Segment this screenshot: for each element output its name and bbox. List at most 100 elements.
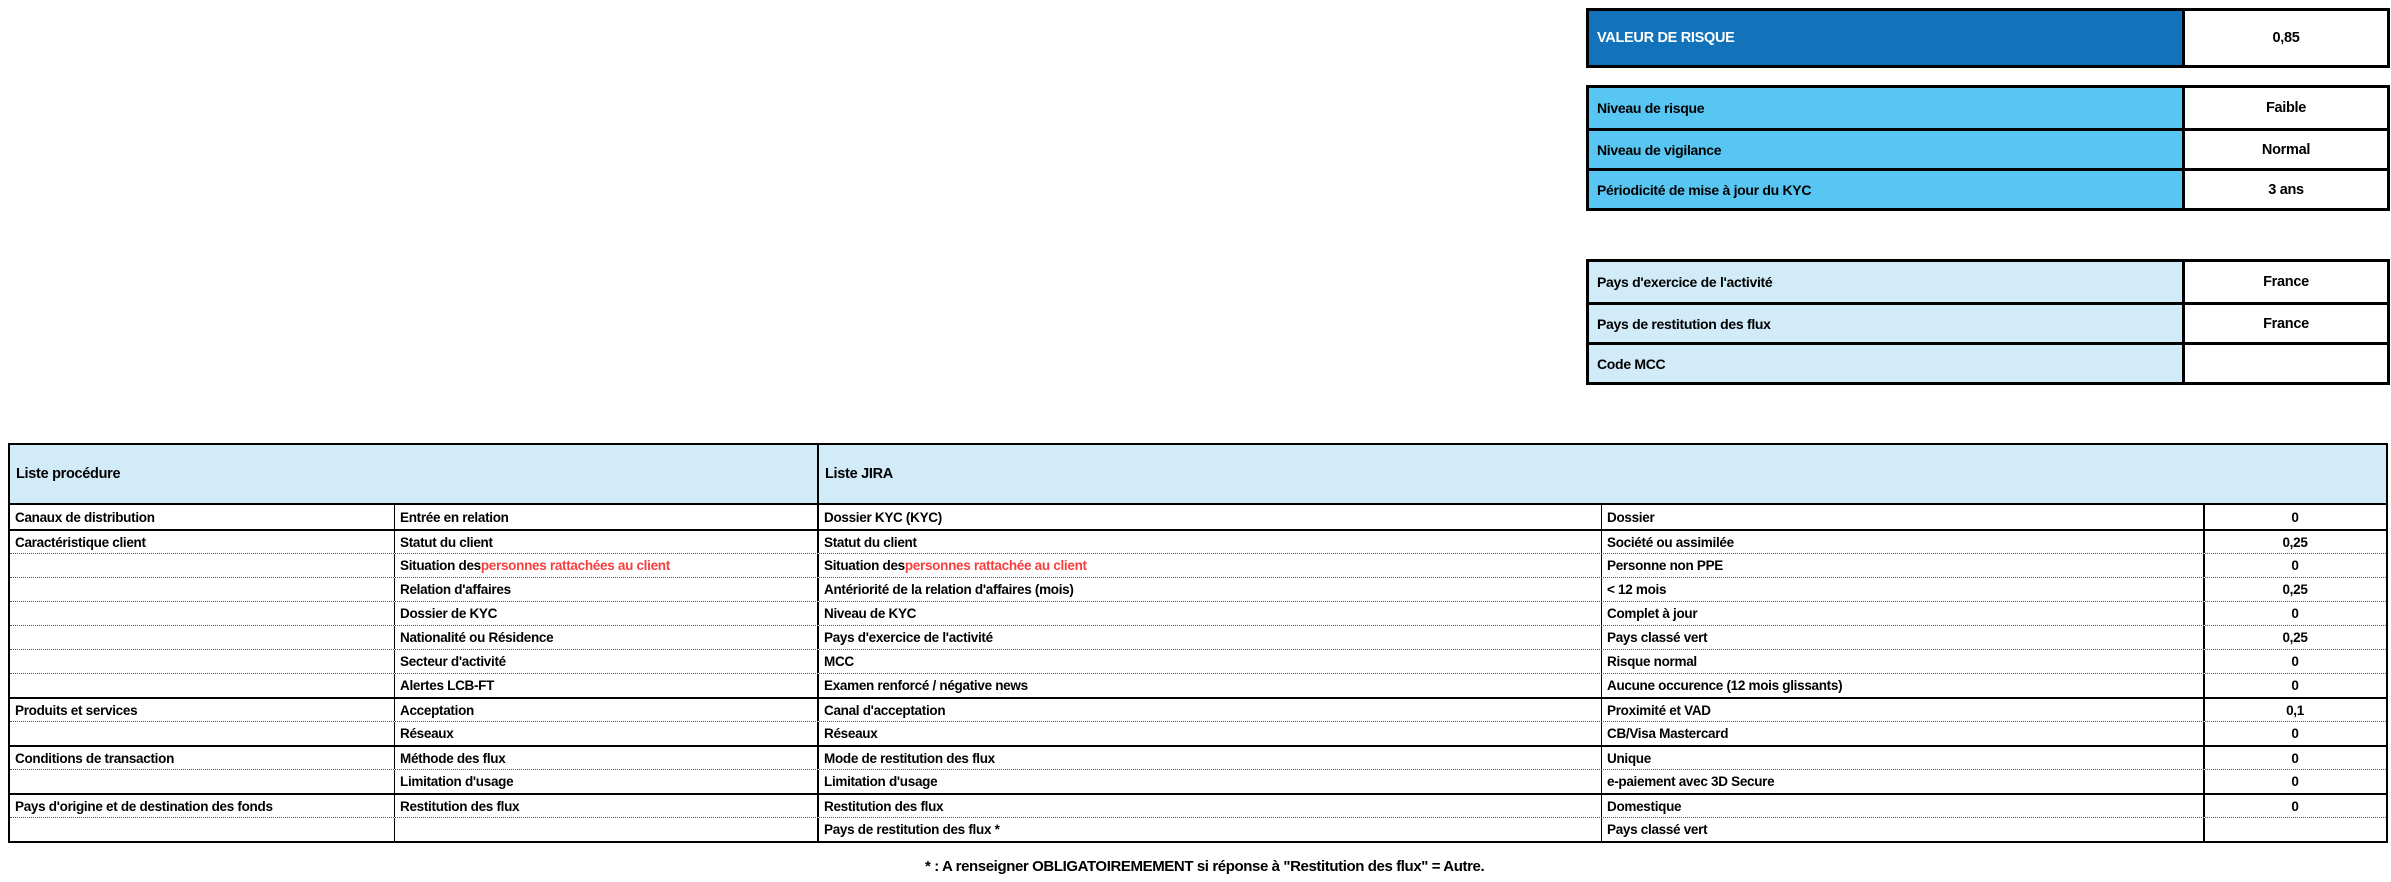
category-cell bbox=[10, 722, 395, 745]
table-row: Limitation d'usageLimitation d'usagee-pa… bbox=[10, 769, 2386, 793]
jira-cell: Antériorité de la relation d'affaires (m… bbox=[819, 578, 1602, 601]
cell-text: Méthode des flux bbox=[400, 751, 505, 766]
risk-level-cell[interactable]: Faible bbox=[2185, 88, 2387, 128]
score-cell[interactable] bbox=[2205, 818, 2385, 841]
category-cell bbox=[10, 578, 395, 601]
answer-cell[interactable]: Complet à jour bbox=[1602, 602, 2205, 625]
jira-cell: Restitution des flux bbox=[819, 795, 1602, 817]
answer-cell[interactable]: Pays classé vert bbox=[1602, 818, 2205, 841]
table-row: Pays d'origine et de destination des fon… bbox=[10, 793, 2386, 817]
cell-text: 0 bbox=[2291, 510, 2298, 525]
cell-text: MCC bbox=[824, 654, 854, 669]
cell-text: Réseaux bbox=[400, 726, 453, 741]
procedure-cell: Situation des personnes rattachées au cl… bbox=[395, 554, 819, 577]
category-cell: Caractéristique client bbox=[10, 531, 395, 553]
header-liste-jira: Liste JIRA bbox=[819, 445, 2385, 503]
cell-text: 0 bbox=[2291, 726, 2298, 741]
cell-text: 0,25 bbox=[2282, 630, 2307, 645]
jira-cell: MCC bbox=[819, 650, 1602, 673]
flows-country-label: Pays de restitution des flux bbox=[1589, 305, 2185, 342]
cell-text: Aucune occurence (12 mois glissants) bbox=[1607, 678, 1842, 693]
header-liste-procedure: Liste procédure bbox=[10, 445, 819, 503]
category-cell bbox=[10, 602, 395, 625]
cell-text: Restitution des flux bbox=[400, 799, 519, 814]
answer-cell[interactable]: CB/Visa Mastercard bbox=[1602, 722, 2205, 745]
score-cell[interactable]: 0 bbox=[2205, 747, 2385, 769]
score-cell[interactable]: 0 bbox=[2205, 795, 2385, 817]
cell-text: Canal d'acceptation bbox=[824, 703, 945, 718]
answer-cell[interactable]: Domestique bbox=[1602, 795, 2205, 817]
cell-text: Dossier de KYC bbox=[400, 606, 497, 621]
cell-text: Conditions de transaction bbox=[15, 751, 174, 766]
score-cell[interactable]: 0 bbox=[2205, 722, 2385, 745]
table-row: Secteur d'activité MCC Risque normal 0 bbox=[10, 649, 2386, 673]
cell-text: Niveau de KYC bbox=[824, 606, 916, 621]
cell-text: Acceptation bbox=[400, 703, 474, 718]
table-row: Caractéristique clientStatut du clientSt… bbox=[10, 529, 2386, 553]
vigilance-level-cell[interactable]: Normal bbox=[2185, 131, 2387, 168]
category-cell bbox=[10, 554, 395, 577]
jira-cell: Pays de restitution des flux * bbox=[819, 818, 1602, 841]
answer-cell[interactable]: Pays classé vert bbox=[1602, 626, 2205, 649]
cell-text: Produits et services bbox=[15, 703, 137, 718]
risk-summary-panel: VALEUR DE RISQUE 0,85 Niveau de risque F… bbox=[1586, 8, 2390, 385]
answer-cell[interactable]: Proximité et VAD bbox=[1602, 699, 2205, 721]
mcc-code-cell[interactable] bbox=[2185, 345, 2387, 382]
procedure-cell: Relation d'affaires bbox=[395, 578, 819, 601]
score-cell[interactable]: 0,25 bbox=[2205, 626, 2385, 649]
category-cell bbox=[10, 674, 395, 697]
score-cell[interactable]: 0 bbox=[2205, 602, 2385, 625]
vigilance-level-label: Niveau de vigilance bbox=[1589, 131, 2185, 168]
activity-country-cell[interactable]: France bbox=[2185, 262, 2387, 302]
risk-value-cell[interactable]: 0,85 bbox=[2185, 11, 2387, 65]
answer-cell[interactable]: Risque normal bbox=[1602, 650, 2205, 673]
kyc-update-period-cell[interactable]: 3 ans bbox=[2185, 171, 2387, 208]
cell-text: Unique bbox=[1607, 751, 1651, 766]
flows-country-cell[interactable]: France bbox=[2185, 305, 2387, 342]
cell-text: Pays d'exercice de l'activité bbox=[824, 630, 993, 645]
score-cell[interactable]: 0 bbox=[2205, 505, 2385, 529]
cell-text: CB/Visa Mastercard bbox=[1607, 726, 1728, 741]
cell-text: Statut du client bbox=[824, 535, 917, 550]
answer-cell[interactable]: Dossier bbox=[1602, 505, 2205, 529]
cell-text: Mode de restitution des flux bbox=[824, 751, 995, 766]
table-row: Réseaux Réseaux CB/Visa Mastercard 0 bbox=[10, 721, 2386, 745]
category-cell bbox=[10, 650, 395, 673]
cell-text: Réseaux bbox=[824, 726, 877, 741]
score-cell[interactable]: 0 bbox=[2205, 770, 2385, 793]
cell-text: Pays de restitution des flux * bbox=[824, 822, 1000, 837]
table-row: Pays de restitution des flux * Pays class… bbox=[10, 817, 2386, 841]
score-cell[interactable]: 0,25 bbox=[2205, 578, 2385, 601]
risk-value-block: VALEUR DE RISQUE 0,85 bbox=[1586, 8, 2390, 68]
score-cell[interactable]: 0 bbox=[2205, 554, 2385, 577]
jira-cell: Réseaux bbox=[819, 722, 1602, 745]
jira-cell: Pays d'exercice de l'activité bbox=[819, 626, 1602, 649]
cell-text: 0 bbox=[2291, 654, 2298, 669]
cell-text: 0 bbox=[2291, 799, 2298, 814]
score-cell[interactable]: 0,25 bbox=[2205, 531, 2385, 553]
score-cell[interactable]: 0 bbox=[2205, 650, 2385, 673]
cell-text: Situation des bbox=[824, 558, 905, 573]
table-row: Conditions de transaction Méthode des flu… bbox=[10, 745, 2386, 769]
cell-text: Secteur d'activité bbox=[400, 654, 506, 669]
risk-criteria-table: Liste procédure Liste JIRA Canaux de dis… bbox=[8, 443, 2388, 843]
risk-level-label: Niveau de risque bbox=[1589, 88, 2185, 128]
answer-cell[interactable]: < 12 mois bbox=[1602, 578, 2205, 601]
cell-text: 0,25 bbox=[2282, 535, 2307, 550]
cell-text: 0 bbox=[2291, 774, 2298, 789]
table-row: Alertes LCB-FTExamen renforcé / négative… bbox=[10, 673, 2386, 697]
cell-text-red: personnes rattachée au client bbox=[905, 558, 1087, 573]
cell-text: Limitation d'usage bbox=[400, 774, 513, 789]
procedure-cell: Entrée en relation bbox=[395, 505, 819, 529]
jira-cell: Mode de restitution des flux bbox=[819, 747, 1602, 769]
score-cell[interactable]: ▾0,1 bbox=[2205, 699, 2385, 721]
answer-cell[interactable]: Aucune occurence (12 mois glissants) bbox=[1602, 674, 2205, 697]
answer-cell[interactable]: Personne non PPE bbox=[1602, 554, 2205, 577]
answer-cell[interactable]: Société ou assimilée bbox=[1602, 531, 2205, 553]
procedure-cell: Nationalité ou Résidence bbox=[395, 626, 819, 649]
procedure-cell: Dossier de KYC bbox=[395, 602, 819, 625]
score-cell[interactable]: 0 bbox=[2205, 674, 2385, 697]
answer-cell[interactable]: e-paiement avec 3D Secure bbox=[1602, 770, 2205, 793]
answer-cell[interactable]: Unique bbox=[1602, 747, 2205, 769]
cell-text: Pays d'origine et de destination des fon… bbox=[15, 799, 273, 814]
